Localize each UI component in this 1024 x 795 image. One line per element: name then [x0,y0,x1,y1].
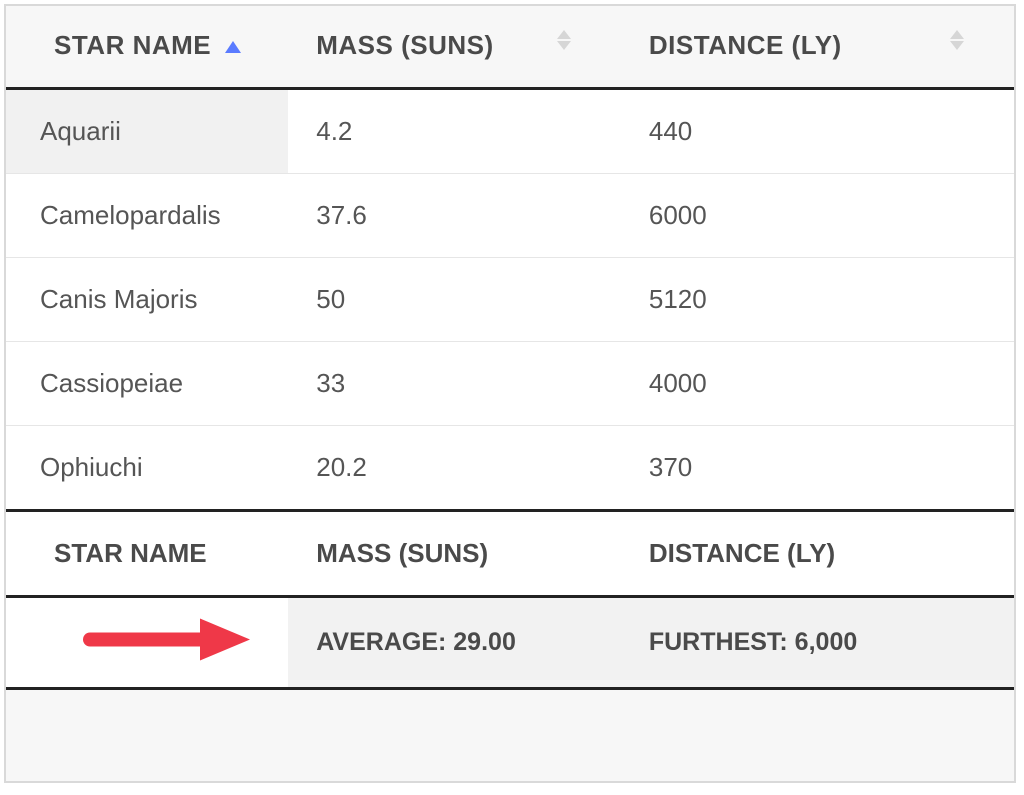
cell-mass: 33 [288,342,621,426]
sort-both-icon [950,30,964,50]
cell-distance: 370 [621,426,1014,511]
cell-distance: 4000 [621,342,1014,426]
table-row: Aquarii 4.2 440 [6,89,1014,174]
callout-arrow-icon [82,614,252,671]
stars-table: STAR NAME MASS (SUNS) DISTANCE (LY) [6,6,1014,690]
col-header-distance[interactable]: DISTANCE (LY) [621,6,1014,89]
sort-both-icon [557,30,571,50]
summary-header-star-name: STAR NAME [6,511,288,597]
cell-star-name: Canis Majoris [6,258,288,342]
cell-star-name: Cassiopeiae [6,342,288,426]
col-header-star-name[interactable]: STAR NAME [6,6,288,89]
col-header-label: DISTANCE (LY) [649,30,842,60]
cell-mass: 4.2 [288,89,621,174]
table-header-row: STAR NAME MASS (SUNS) DISTANCE (LY) [6,6,1014,89]
cell-distance: 6000 [621,174,1014,258]
sort-asc-icon [225,41,241,53]
summary-cell-distance: FURTHEST: 6,000 [621,597,1014,689]
cell-star-name: Camelopardalis [6,174,288,258]
summary-cell-arrow [6,597,288,689]
col-header-mass[interactable]: MASS (SUNS) [288,6,621,89]
table-row: Cassiopeiae 33 4000 [6,342,1014,426]
cell-mass: 37.6 [288,174,621,258]
summary-header-distance: DISTANCE (LY) [621,511,1014,597]
summary-header-mass: MASS (SUNS) [288,511,621,597]
table-row: Camelopardalis 37.6 6000 [6,174,1014,258]
cell-distance: 440 [621,89,1014,174]
summary-cell-mass: AVERAGE: 29.00 [288,597,621,689]
col-header-label: STAR NAME [54,30,211,60]
cell-mass: 20.2 [288,426,621,511]
table-row: Ophiuchi 20.2 370 [6,426,1014,511]
col-header-label: MASS (SUNS) [316,30,493,60]
summary-header-row: STAR NAME MASS (SUNS) DISTANCE (LY) [6,511,1014,597]
table-row: Canis Majoris 50 5120 [6,258,1014,342]
summary-row: AVERAGE: 29.00 FURTHEST: 6,000 [6,597,1014,689]
cell-mass: 50 [288,258,621,342]
table-container: STAR NAME MASS (SUNS) DISTANCE (LY) [4,4,1016,783]
cell-star-name: Ophiuchi [6,426,288,511]
cell-star-name: Aquarii [6,89,288,174]
cell-distance: 5120 [621,258,1014,342]
